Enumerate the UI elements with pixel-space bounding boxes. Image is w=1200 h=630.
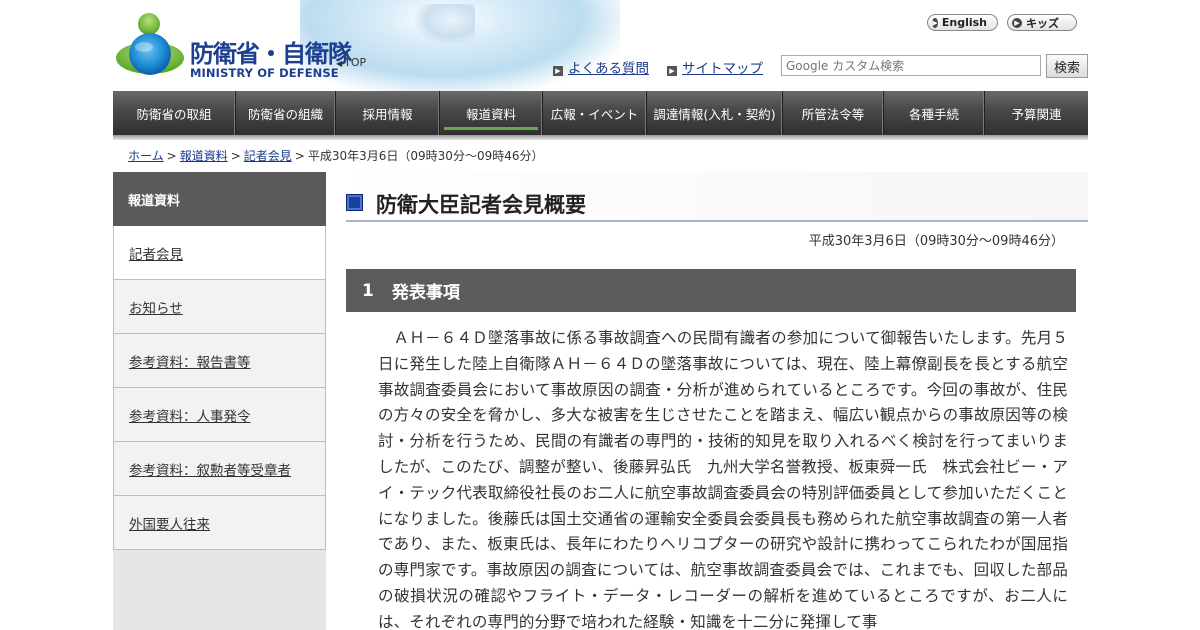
search-button[interactable]: 検索 bbox=[1046, 54, 1088, 78]
announcement-paragraph: ＡＨ－６４Ｄ墜落事故に係る事故調査への民間有識者の参加について御報告いたします。… bbox=[378, 329, 1068, 630]
square-arrow-icon: ▶ bbox=[553, 66, 563, 76]
sidebar-item-notices[interactable]: お知らせ bbox=[113, 280, 326, 334]
blue-square-icon bbox=[346, 194, 363, 211]
breadcrumb-separator: > bbox=[230, 149, 241, 163]
header-map-graphic bbox=[415, 4, 475, 44]
kids-button-label: キッズ bbox=[1026, 16, 1059, 30]
faq-link[interactable]: ▶ よくある質問 bbox=[553, 57, 649, 77]
site-logo[interactable]: 防衛省・自衛隊 MINISTRY OF DEFENSE bbox=[114, 12, 374, 80]
conference-date: 平成30年3月6日（09時30分～09時46分） bbox=[808, 234, 1064, 249]
nav-item-laws[interactable]: 所管法令等 bbox=[783, 91, 884, 135]
chevron-right-icon: ▶ bbox=[932, 17, 938, 28]
nav-item-initiatives[interactable]: 防衛省の取組 bbox=[113, 91, 236, 135]
sidebar-heading: 報道資料 bbox=[113, 172, 326, 226]
nav-shadow bbox=[113, 135, 1088, 140]
kids-button[interactable]: ▶ キッズ bbox=[1007, 14, 1077, 31]
section-heading: 1 発表事項 bbox=[346, 269, 1076, 312]
breadcrumb-current: 平成30年3月6日（09時30分～09時46分） bbox=[307, 149, 544, 163]
sidebar-item-decorations[interactable]: 参考資料：叙勲者等受章者 bbox=[113, 442, 326, 496]
sidebar-item-label: 参考資料：人事発令 bbox=[129, 408, 251, 425]
title-divider bbox=[346, 220, 1088, 222]
sidebar-item-label: 参考資料：叙勲者等受章者 bbox=[129, 462, 291, 479]
global-navigation: 防衛省の取組 防衛省の組織 採用情報 報道資料 広報・イベント 調達情報(入札・… bbox=[113, 91, 1088, 135]
english-button-label: English bbox=[941, 16, 987, 29]
logo-english-text: MINISTRY OF DEFENSE bbox=[190, 66, 339, 80]
breadcrumb-separator: > bbox=[166, 149, 177, 163]
nav-item-events[interactable]: 広報・イベント bbox=[543, 91, 647, 135]
logo-japanese-text: 防衛省・自衛隊 bbox=[190, 40, 352, 68]
sidebar-item-label: 参考資料：報告書等 bbox=[129, 354, 251, 371]
nav-item-procedures[interactable]: 各種手続 bbox=[884, 91, 985, 135]
nav-item-recruitment[interactable]: 採用情報 bbox=[336, 91, 440, 135]
top-link-label: TOP bbox=[344, 56, 367, 69]
breadcrumb-home[interactable]: ホーム bbox=[128, 149, 164, 163]
nav-item-organization[interactable]: 防衛省の組織 bbox=[236, 91, 336, 135]
sidebar-item-label: 記者会見 bbox=[129, 246, 183, 263]
section-number: 1 bbox=[362, 280, 374, 301]
nav-item-procurement[interactable]: 調達情報(入札・契約) bbox=[647, 91, 783, 135]
main-content: 防衛大臣記者会見概要 平成30年3月6日（09時30分～09時46分） 1 発表事… bbox=[326, 172, 1088, 630]
sidebar-item-press-conference[interactable]: 記者会見 bbox=[113, 226, 326, 280]
sidebar-item-foreign-visits[interactable]: 外国要人往来 bbox=[113, 496, 326, 550]
page-title: 防衛大臣記者会見概要 bbox=[376, 193, 586, 217]
nav-item-press[interactable]: 報道資料 bbox=[440, 91, 543, 135]
section-title: 発表事項 bbox=[391, 283, 460, 303]
sitemap-link[interactable]: ▶ サイトマップ bbox=[667, 57, 763, 77]
top-link[interactable]: ◀ TOP bbox=[336, 56, 366, 69]
nav-item-budget[interactable]: 予算関連 bbox=[985, 91, 1088, 135]
breadcrumb-press[interactable]: 報道資料 bbox=[180, 149, 228, 163]
chevron-right-icon: ▶ bbox=[1012, 17, 1022, 28]
sidebar-item-personnel[interactable]: 参考資料：人事発令 bbox=[113, 388, 326, 442]
square-arrow-icon: ▶ bbox=[667, 66, 677, 76]
sidebar-item-reports[interactable]: 参考資料：報告書等 bbox=[113, 334, 326, 388]
sidebar: 報道資料 記者会見 お知らせ 参考資料：報告書等 参考資料：人事発令 参考資料：… bbox=[113, 172, 326, 630]
search-input[interactable] bbox=[781, 55, 1041, 76]
breadcrumb-separator: > bbox=[294, 149, 305, 163]
sitemap-link-label: サイトマップ bbox=[682, 61, 763, 77]
site-header: 防衛省・自衛隊 MINISTRY OF DEFENSE ◀ TOP ▶ Englis… bbox=[0, 0, 1200, 92]
mod-logo-icon bbox=[116, 13, 184, 75]
sidebar-item-label: お知らせ bbox=[129, 300, 183, 317]
triangle-right-icon: ◀ bbox=[336, 59, 343, 68]
english-button[interactable]: ▶ English bbox=[927, 14, 998, 31]
faq-link-label: よくある質問 bbox=[568, 61, 649, 77]
breadcrumb-conference[interactable]: 記者会見 bbox=[244, 149, 292, 163]
breadcrumb: ホーム > 報道資料 > 記者会見 > 平成30年3月6日（09時30分～09時46分） bbox=[128, 147, 543, 164]
sidebar-item-label: 外国要人往来 bbox=[129, 516, 210, 533]
